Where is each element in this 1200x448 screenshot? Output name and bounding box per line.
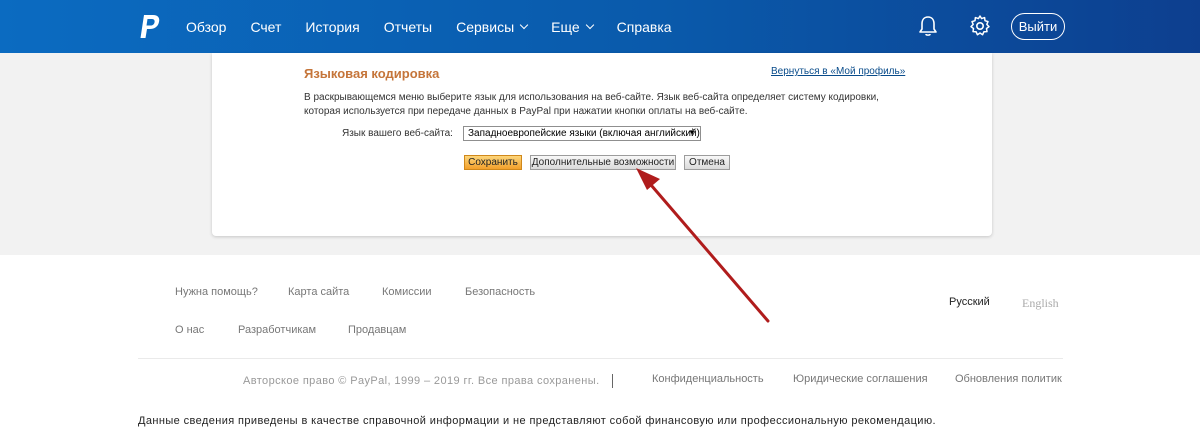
section-description: В раскрывающемся меню выберите язык для … [304,92,879,117]
chevron-down-icon [519,20,529,29]
copyright-text: Авторское право © PayPal, 1999 – 2019 гг… [243,375,600,387]
language-english[interactable]: English [1022,296,1059,311]
website-language-value: Западноевропейские языки (включая англий… [468,128,700,139]
logout-label: Выйти [1018,19,1058,34]
footer-link-policy-updates[interactable]: Обновления политик [955,373,1062,385]
cancel-button-label: Отмена [689,157,725,168]
nav-more[interactable]: Еще [551,18,594,35]
bell-icon[interactable] [916,14,940,38]
gear-icon[interactable] [968,14,992,38]
save-button-label: Сохранить [468,157,518,168]
footer-link-fees[interactable]: Комиссии [382,286,432,298]
nav-overview-label: Обзор [186,18,227,35]
nav-help[interactable]: Справка [617,19,672,35]
footer-link-about[interactable]: О нас [175,324,204,336]
nav-account-label: Счет [250,18,282,35]
website-language-label: Язык вашего веб-сайта: [342,128,453,139]
nav-history[interactable]: История [305,19,359,35]
footer-link-sitemap[interactable]: Карта сайта [288,286,349,298]
dropdown-arrow-icon: ▼ [688,128,696,137]
section-title: Языковая кодировка [304,66,440,81]
cancel-button[interactable]: Отмена [684,155,730,170]
nav-overview[interactable]: Обзор [186,19,226,35]
advanced-options-button[interactable]: Дополнительные возможности [530,155,676,170]
nav-more-label: Еще [551,18,580,35]
footer-divider [138,358,1063,359]
website-language-select[interactable]: Западноевропейские языки (включая англий… [463,126,701,141]
nav-history-label: История [305,18,360,35]
language-russian[interactable]: Русский [949,296,990,308]
paypal-logo[interactable] [139,14,161,40]
nav-services[interactable]: Сервисы [456,18,529,35]
main-nav: Обзор Счет История Отчеты Сервисы Еще Сп… [186,0,696,53]
nav-reports-label: Отчеты [383,18,433,35]
footer-link-sellers[interactable]: Продавцам [348,324,406,336]
footer-separator [612,374,613,388]
back-to-profile-link[interactable]: Вернуться в «Мой профиль» [771,66,905,77]
logout-button[interactable]: Выйти [1011,13,1065,40]
advanced-options-label: Дополнительные возможности [531,157,675,168]
top-navigation-bar: Обзор Счет История Отчеты Сервисы Еще Сп… [0,0,1200,53]
nav-help-label: Справка [616,18,672,35]
chevron-down-icon [585,20,594,29]
footer-link-help[interactable]: Нужна помощь? [175,286,258,298]
footer-link-privacy[interactable]: Конфиденциальность [652,373,764,385]
nav-account[interactable]: Счет [250,19,281,35]
disclaimer-text: Данные сведения приведены в качестве спр… [138,415,936,427]
footer-link-developers[interactable]: Разработчикам [238,324,316,336]
nav-reports[interactable]: Отчеты [384,19,432,35]
footer-link-security[interactable]: Безопасность [465,286,535,298]
footer-link-legal[interactable]: Юридические соглашения [793,373,928,385]
nav-services-label: Сервисы [456,18,515,35]
save-button[interactable]: Сохранить [464,155,522,170]
